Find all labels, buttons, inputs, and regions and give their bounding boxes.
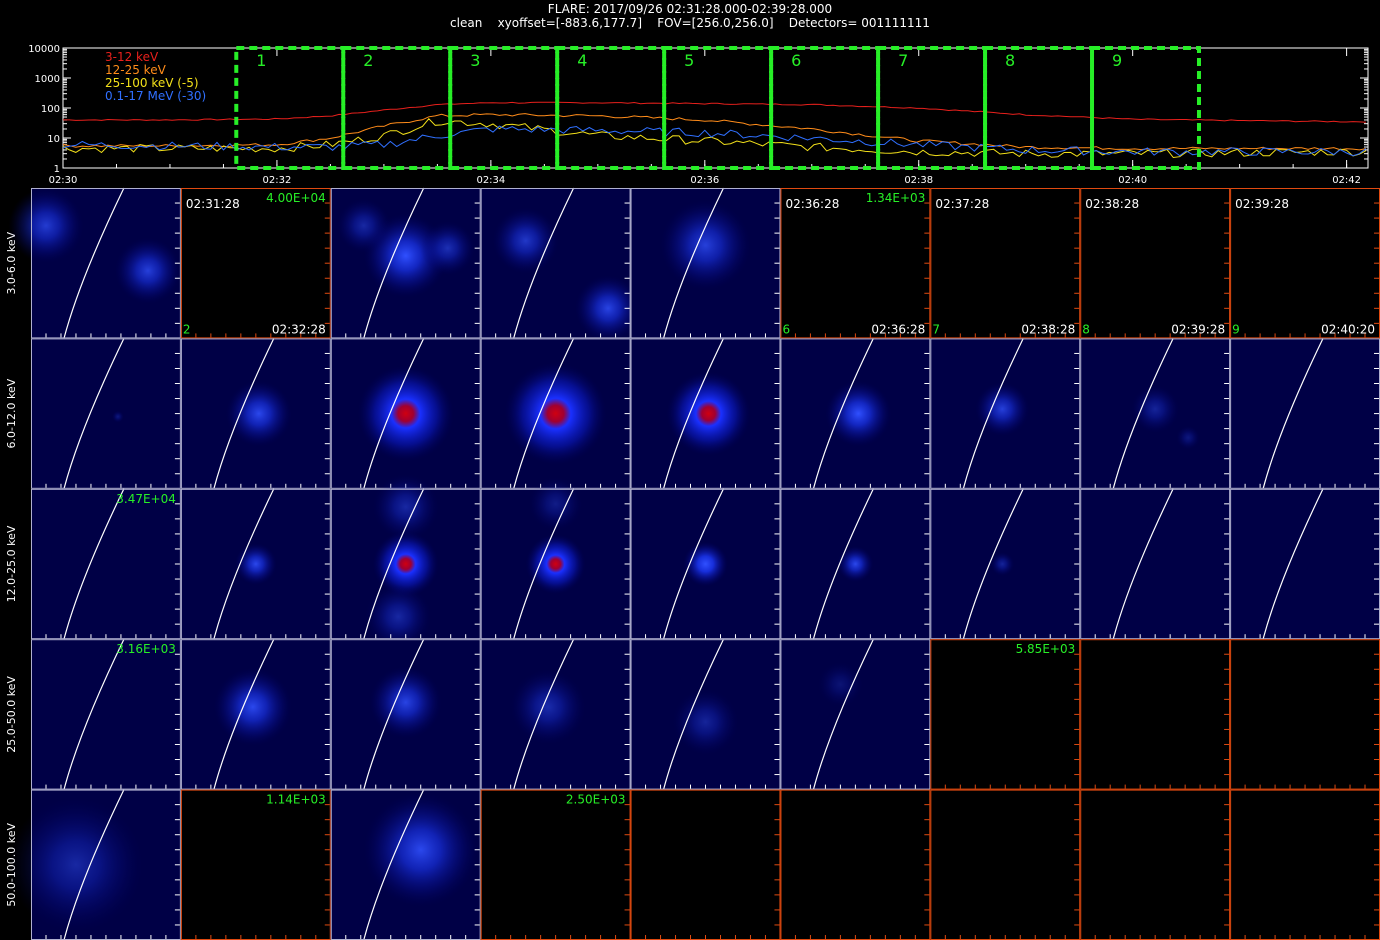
image-panel xyxy=(1080,789,1231,940)
source-blob xyxy=(8,188,84,264)
panel-interval-number: 2 xyxy=(183,322,191,336)
source-blob xyxy=(672,688,739,755)
source-blob xyxy=(363,792,478,907)
source-blob xyxy=(825,380,892,447)
panel-interval-number: 7 xyxy=(932,322,940,336)
panel-end-time: 02:38:28 xyxy=(1021,322,1075,336)
source-blob xyxy=(1176,425,1201,450)
panel-start-time: 02:37:28 xyxy=(935,197,989,211)
image-panel xyxy=(1230,488,1380,640)
source-blob xyxy=(372,473,439,540)
image-panel xyxy=(780,639,931,790)
panel-start-time: 02:38:28 xyxy=(1085,197,1139,211)
panel-max-value: 5.85E+03 xyxy=(1016,642,1076,656)
source-blob xyxy=(114,237,181,304)
panel-interval-number: 8 xyxy=(1082,322,1090,336)
panel-max-value: 4.00E+04 xyxy=(266,191,326,205)
panel-max-value: 3.16E+03 xyxy=(116,642,176,656)
source-blob xyxy=(213,667,292,746)
panel-max-value: 3.47E+04 xyxy=(116,492,176,506)
image-panel xyxy=(630,789,781,940)
panel-start-time: 02:36:28 xyxy=(785,197,839,211)
panel-start-time: 02:39:28 xyxy=(1235,197,1289,211)
panel-max-value: 2.50E+03 xyxy=(566,793,626,807)
panel-end-time: 02:32:28 xyxy=(272,322,326,336)
image-panel xyxy=(1080,488,1231,640)
panel-max-value: 1.34E+03 xyxy=(866,191,926,205)
panel-interval-number: 6 xyxy=(782,322,790,336)
source-blob xyxy=(660,200,751,291)
source-blob xyxy=(357,365,454,462)
source-blob xyxy=(1131,385,1180,434)
image-panel xyxy=(780,789,931,940)
source-blob xyxy=(225,380,292,447)
source-blob xyxy=(666,371,751,456)
image-panel xyxy=(1080,639,1231,790)
image-panel xyxy=(1230,639,1380,790)
source-blob xyxy=(817,661,863,707)
energy-band-label: 6.0-12.0 keV xyxy=(5,378,18,448)
source-blob xyxy=(525,534,586,594)
image-panel xyxy=(930,789,1081,940)
source-blob xyxy=(336,198,391,253)
panel-end-time: 02:36:28 xyxy=(871,322,925,336)
source-blob xyxy=(234,543,277,585)
source-blob xyxy=(420,221,475,276)
panel-start-time: 02:31:28 xyxy=(186,197,240,211)
image-grid: 3.0-6.0 keV6.0-12.0 keV12.0-25.0 keV25.0… xyxy=(5,187,1380,940)
image-panel xyxy=(1230,338,1380,489)
source-blob xyxy=(111,410,124,423)
source-blob xyxy=(510,669,586,745)
source-blob xyxy=(528,476,583,531)
panel-interval-number: 9 xyxy=(1232,322,1240,336)
image-panel xyxy=(1230,789,1380,940)
panel-end-time: 02:40:20 xyxy=(1321,322,1375,336)
image-panel xyxy=(180,789,331,940)
image-panel xyxy=(480,789,631,940)
image-panel xyxy=(930,639,1081,790)
source-blob xyxy=(990,552,1015,576)
source-blob xyxy=(837,546,874,582)
energy-band-label: 12.0-25.0 keV xyxy=(5,525,18,602)
image-panel xyxy=(31,338,181,489)
energy-band-label: 25.0-50.0 keV xyxy=(5,676,18,753)
panel-end-time: 02:39:28 xyxy=(1171,322,1225,336)
image-panel xyxy=(31,639,181,790)
panel-max-value: 1.14E+03 xyxy=(266,793,326,807)
image-panel xyxy=(31,488,181,640)
source-blob xyxy=(8,797,144,933)
